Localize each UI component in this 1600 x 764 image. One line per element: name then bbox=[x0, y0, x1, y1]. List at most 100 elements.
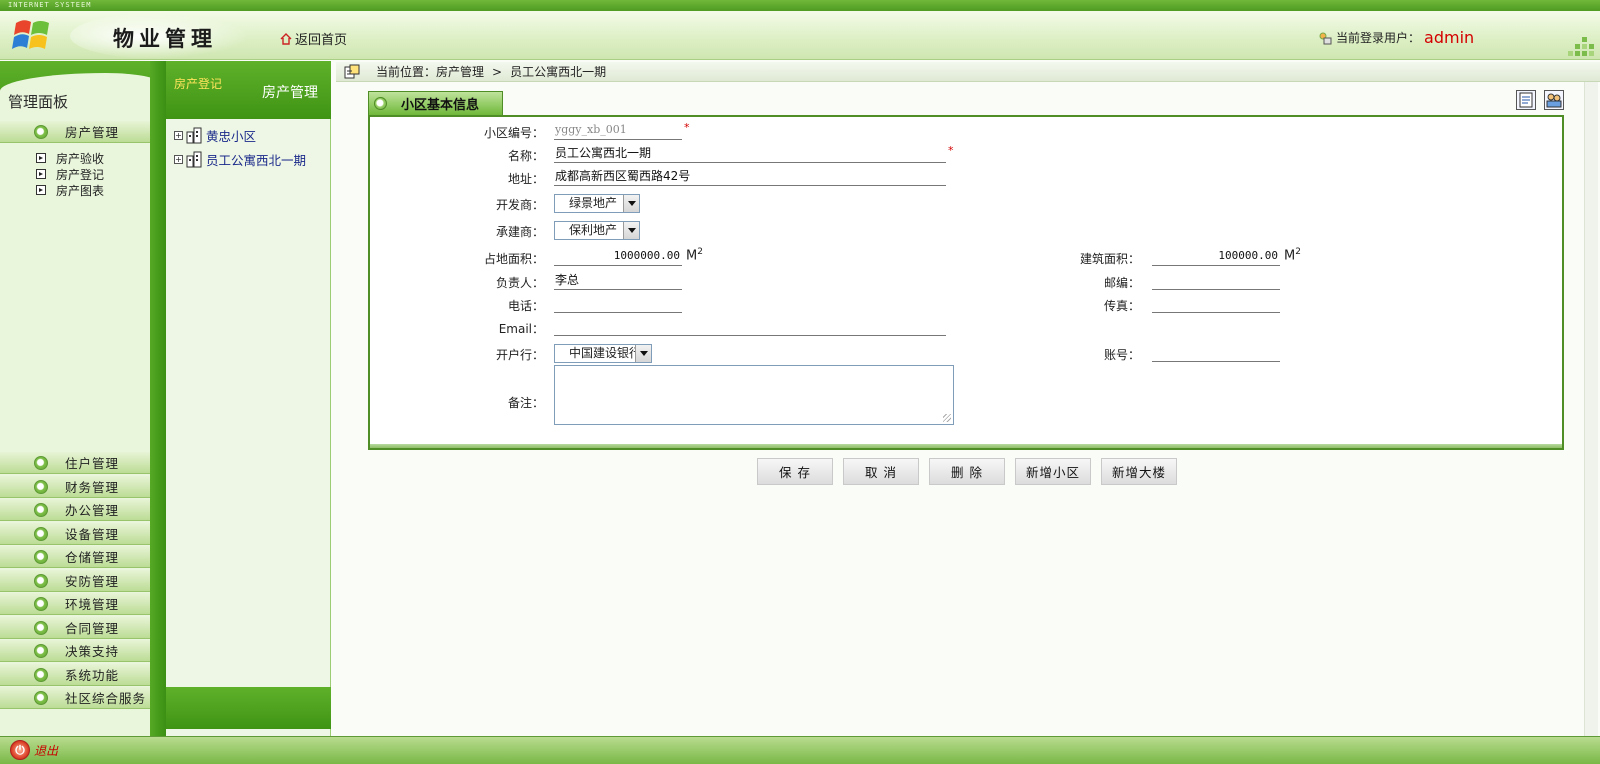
build-area-label: 建筑面积： bbox=[1079, 252, 1140, 266]
submenu-item-chart[interactable]: 房产图表 bbox=[36, 182, 104, 198]
bank-select[interactable]: 中国建设银行 bbox=[554, 344, 652, 363]
cancel-button[interactable]: 取 消 bbox=[843, 458, 919, 485]
phone-label: 电话： bbox=[507, 299, 544, 313]
arrow-box-icon bbox=[36, 185, 46, 195]
menu-item-equipment[interactable]: 设备管理 bbox=[0, 523, 150, 545]
manager-label: 负责人： bbox=[495, 276, 544, 290]
land-area-input[interactable]: 1000000.00 bbox=[554, 247, 682, 266]
arrow-box-icon bbox=[36, 153, 46, 163]
power-icon: ⏻ bbox=[10, 740, 30, 760]
tab-community-info[interactable]: 小区基本信息 bbox=[368, 91, 503, 115]
builder-select-value: 保利地产 bbox=[569, 223, 618, 237]
bottom-bar: ⏻ 退出 bbox=[0, 736, 1600, 764]
left-panel-title: 管理面板 bbox=[8, 93, 69, 111]
strip-text: INTERNET SYSTEEM bbox=[8, 1, 92, 9]
chevron-down-icon[interactable] bbox=[623, 195, 639, 212]
chevron-down-icon[interactable] bbox=[623, 222, 639, 239]
bullet-icon bbox=[34, 455, 48, 470]
tree-node-label: 黄忠小区 bbox=[206, 128, 257, 144]
exit-label: 退出 bbox=[34, 743, 59, 758]
menu-item-property[interactable]: 房产管理 bbox=[0, 121, 150, 143]
expand-icon[interactable]: + bbox=[174, 154, 183, 164]
bank-select-value: 中国建设银行 bbox=[569, 346, 642, 360]
menu-item-system[interactable]: 系统功能 bbox=[0, 664, 150, 686]
bullet-icon bbox=[34, 667, 48, 682]
save-button[interactable]: 保 存 bbox=[757, 458, 833, 485]
add-community-button[interactable]: 新增小区 bbox=[1015, 458, 1091, 485]
manager-input[interactable]: 李总 bbox=[554, 271, 682, 290]
bullet-icon bbox=[34, 549, 48, 564]
remark-label: 备注： bbox=[507, 396, 544, 410]
submenu-item-acceptance[interactable]: 房产验收 bbox=[36, 150, 104, 166]
build-area-unit: M2 bbox=[1284, 247, 1301, 264]
fax-input[interactable] bbox=[1152, 294, 1280, 313]
required-mark: * bbox=[948, 144, 954, 157]
tree-node-huangzhong[interactable]: + 黄忠小区 bbox=[174, 123, 306, 147]
left-panel-rail bbox=[150, 61, 166, 747]
tree-node-label: 员工公寓西北一期 bbox=[206, 152, 307, 168]
document-icon[interactable] bbox=[1516, 90, 1536, 110]
code-input[interactable]: yggy_xb_001 bbox=[554, 121, 682, 140]
menu-item-contract[interactable]: 合同管理 bbox=[0, 617, 150, 639]
exit-button[interactable]: ⏻ 退出 bbox=[10, 740, 58, 760]
tree-panel-header: 房产登记 房产管理 bbox=[166, 61, 331, 119]
breadcrumb-label: 当前位置：房产管理 bbox=[376, 65, 485, 79]
remark-textarea[interactable] bbox=[554, 365, 954, 425]
delete-button[interactable]: 删 除 bbox=[929, 458, 1005, 485]
tree-panel-title: 房产管理 bbox=[262, 85, 318, 101]
property-tree: + 黄忠小区 + 员工公寓西北一期 bbox=[174, 123, 306, 171]
menu-item-finance[interactable]: 财务管理 bbox=[0, 476, 150, 498]
fax-label: 传真： bbox=[1103, 299, 1140, 313]
home-link-label: 返回首页 bbox=[295, 33, 348, 48]
arrow-box-icon bbox=[36, 169, 46, 179]
builder-select[interactable]: 保利地产 bbox=[554, 221, 640, 240]
land-area-unit: M2 bbox=[686, 247, 703, 264]
land-area-label: 占地面积： bbox=[483, 252, 544, 266]
resize-grip-icon[interactable] bbox=[943, 414, 951, 422]
address-label: 地址： bbox=[507, 172, 544, 186]
menu-item-label: 房产管理 bbox=[65, 125, 120, 140]
account-label: 账号： bbox=[1103, 348, 1140, 362]
email-input[interactable] bbox=[554, 317, 946, 336]
account-input[interactable] bbox=[1152, 343, 1280, 362]
action-buttons: 保 存 取 消 删 除 新增小区 新增大楼 bbox=[757, 458, 1177, 485]
menu-item-office[interactable]: 办公管理 bbox=[0, 499, 150, 521]
build-area-input[interactable]: 100000.00 bbox=[1152, 247, 1280, 266]
bullet-icon bbox=[34, 573, 48, 588]
menu-item-environment[interactable]: 环境管理 bbox=[0, 593, 150, 615]
postcode-input[interactable] bbox=[1152, 271, 1280, 290]
bullet-icon bbox=[34, 690, 48, 705]
tree-panel-footer bbox=[166, 687, 331, 729]
phone-input[interactable] bbox=[554, 294, 682, 313]
menu-item-decision[interactable]: 决策支持 bbox=[0, 640, 150, 662]
home-link[interactable]: 返回首页 bbox=[280, 29, 347, 48]
menu-item-warehouse[interactable]: 仓储管理 bbox=[0, 546, 150, 568]
required-mark: * bbox=[684, 121, 690, 134]
breadcrumb: 当前位置：房产管理 > 员工公寓西北一期 bbox=[336, 62, 1600, 82]
form-body: 小区编号： yggy_xb_001 * 名称： 员工公寓西北一期 * 地址： 成… bbox=[368, 115, 1564, 450]
user-label: 当前登录用户： bbox=[1336, 31, 1421, 45]
app-header: 物业管理 返回首页 当前登录用户： admin bbox=[0, 11, 1600, 60]
name-input[interactable]: 员工公寓西北一期 bbox=[554, 144, 946, 163]
submenu: 房产验收 房产登记 房产图表 bbox=[36, 150, 104, 198]
chevron-down-icon[interactable] bbox=[635, 345, 651, 362]
menu-item-security[interactable]: 安防管理 bbox=[0, 570, 150, 592]
code-label: 小区编号： bbox=[483, 126, 544, 140]
name-label: 名称： bbox=[507, 149, 544, 163]
submenu-item-registration[interactable]: 房产登记 bbox=[36, 166, 104, 182]
building-icon bbox=[186, 151, 202, 168]
bullet-icon bbox=[34, 502, 48, 517]
menu-item-community[interactable]: 社区综合服务 bbox=[0, 687, 150, 709]
expand-icon[interactable]: + bbox=[174, 130, 183, 140]
add-building-button[interactable]: 新增大楼 bbox=[1101, 458, 1177, 485]
bullet-icon bbox=[374, 97, 387, 110]
developer-select[interactable]: 绿景地产 bbox=[554, 194, 640, 213]
users-icon[interactable] bbox=[1544, 90, 1564, 110]
home-icon bbox=[280, 32, 292, 45]
tree-tab-registration[interactable]: 房产登记 bbox=[174, 75, 222, 92]
menu-item-residents[interactable]: 住户管理 bbox=[0, 452, 150, 474]
address-input[interactable]: 成都高新西区蜀西路42号 bbox=[554, 167, 946, 186]
tree-node-staff-apartment[interactable]: + 员工公寓西北一期 bbox=[174, 147, 306, 171]
main-scrollbar[interactable] bbox=[1584, 82, 1598, 736]
developer-label: 开发商： bbox=[495, 198, 544, 212]
